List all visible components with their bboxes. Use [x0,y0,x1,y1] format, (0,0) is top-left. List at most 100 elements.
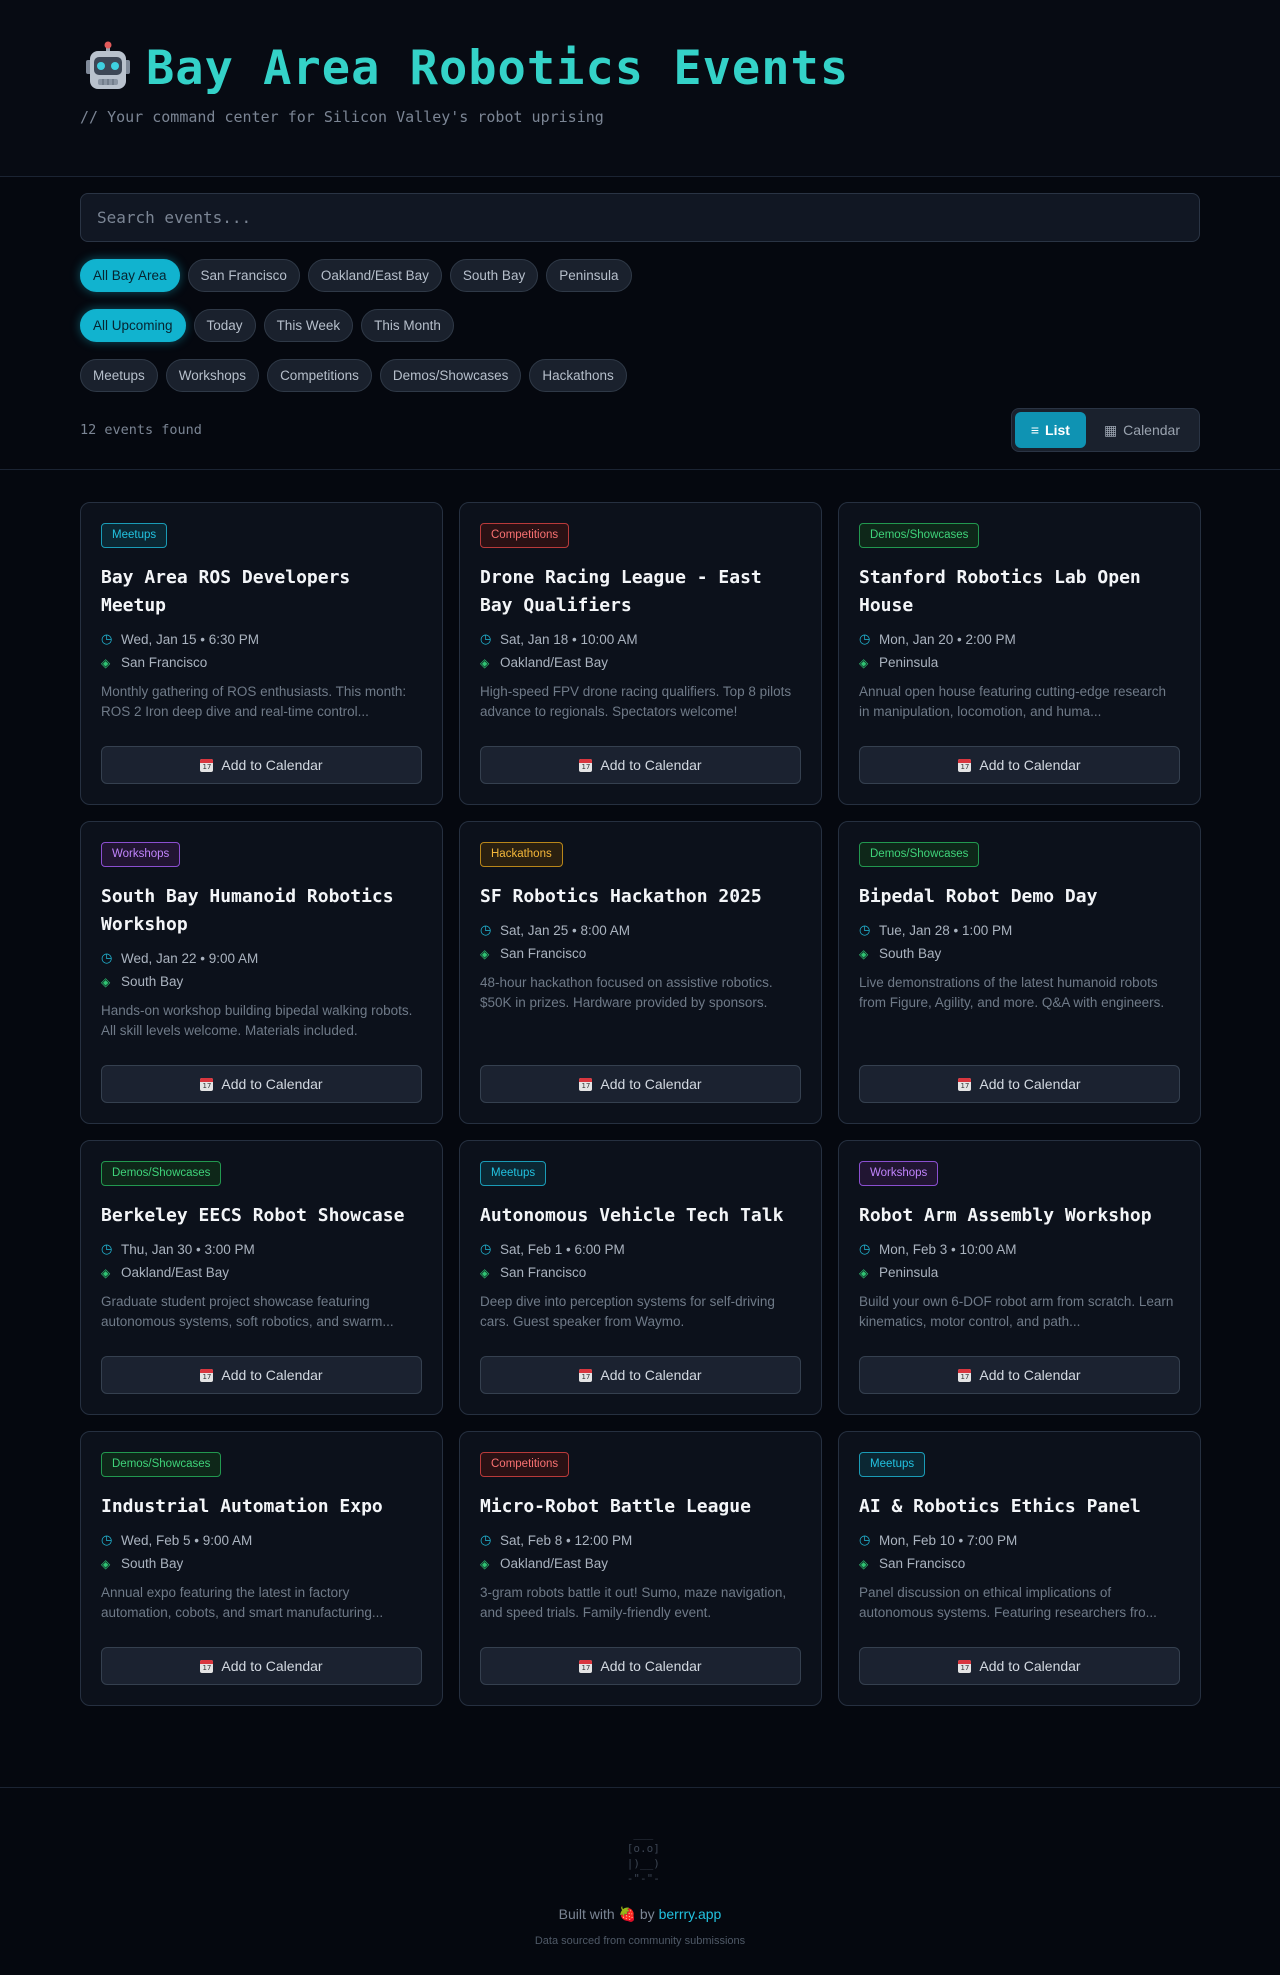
clock-icon: ◷ [480,1241,492,1256]
event-datetime: ◷ Mon, Jan 20 • 2:00 PM [859,631,1180,647]
region-chip-san-francisco[interactable]: San Francisco [187,259,300,292]
event-card[interactable]: Demos/Showcases Bipedal Robot Demo Day ◷ Tu… [838,821,1201,1124]
strawberry-icon: 🍓 [618,1906,636,1922]
event-card[interactable]: Meetups Bay Area ROS Developers Meetup ◷ We… [80,502,443,805]
category-badge: Meetups [101,523,168,548]
category-chip-demos-showcases[interactable]: Demos/Showcases [379,359,522,392]
event-location-text: San Francisco [121,655,208,670]
location-diamond-icon: ◈ [859,655,869,670]
event-location-text: Oakland/East Bay [121,1265,230,1280]
list-view-button[interactable]: ≡ List [1014,412,1086,448]
region-chip-peninsula[interactable]: Peninsula [546,259,632,292]
event-description: Monthly gathering of ROS enthusiasts. Th… [101,684,407,719]
category-filters: Meetups Workshops Competitions Demos/Sho… [80,359,1200,392]
time-chip-this-week[interactable]: This Week [263,309,354,342]
category-badge: Hackathons [480,842,563,867]
event-title: Bay Area ROS Developers Meetup [101,567,351,616]
event-title: Micro-Robot Battle League [480,1496,751,1517]
clock-icon: ◷ [859,1532,871,1547]
time-chip-this-month[interactable]: This Month [361,309,454,342]
add-to-calendar-button[interactable]: Add to Calendar [480,1647,801,1685]
add-to-calendar-label: Add to Calendar [600,1658,702,1674]
category-badge: Demos/Showcases [101,1161,222,1186]
clock-icon: ◷ [480,1532,492,1547]
time-chip-all-upcoming[interactable]: All Upcoming [80,309,186,342]
event-card[interactable]: Competitions Micro-Robot Battle League ◷ Sa… [459,1431,822,1706]
search-input[interactable] [97,208,1183,227]
event-title: Drone Racing League - East Bay Qualifier… [480,567,762,616]
location-diamond-icon: ◈ [480,1556,490,1571]
event-location-text: Oakland/East Bay [500,1556,609,1571]
location-diamond-icon: ◈ [480,946,490,961]
event-location: ◈ South Bay [101,1556,422,1571]
event-datetime-text: Sat, Jan 25 • 8:00 AM [500,922,631,938]
add-to-calendar-button[interactable]: Add to Calendar [480,1065,801,1103]
add-to-calendar-button[interactable]: Add to Calendar [101,1356,422,1394]
region-chip-oakland-east-bay[interactable]: Oakland/East Bay [307,259,442,292]
event-card[interactable]: Demos/Showcases Berkeley EECS Robot Showc… [80,1140,443,1415]
add-to-calendar-button[interactable]: Add to Calendar [859,1065,1180,1103]
calendar-icon [200,1659,214,1673]
event-datetime: ◷ Wed, Feb 5 • 9:00 AM [101,1532,422,1548]
location-diamond-icon: ◈ [480,655,490,670]
add-to-calendar-button[interactable]: Add to Calendar [101,1065,422,1103]
location-diamond-icon: ◈ [101,655,111,670]
add-to-calendar-button[interactable]: Add to Calendar [101,1647,422,1685]
add-to-calendar-button[interactable]: Add to Calendar [480,746,801,784]
results-count: 12 events found [80,422,202,438]
event-datetime: ◷ Wed, Jan 22 • 9:00 AM [101,950,422,966]
event-datetime-text: Tue, Jan 28 • 1:00 PM [879,922,1013,938]
list-view-label: List [1045,422,1070,438]
calendar-icon [958,1077,972,1091]
category-chip-workshops[interactable]: Workshops [165,359,260,392]
event-title: Stanford Robotics Lab Open House [859,567,1141,616]
calendar-icon [200,1077,214,1091]
event-location: ◈ Oakland/East Bay [480,655,801,670]
event-card[interactable]: Workshops Robot Arm Assembly Workshop ◷ Mon… [838,1140,1201,1415]
add-to-calendar-button[interactable]: Add to Calendar [480,1356,801,1394]
event-card[interactable]: Meetups AI & Robotics Ethics Panel ◷ Mon, F… [838,1431,1201,1706]
event-location: ◈ Oakland/East Bay [480,1556,801,1571]
event-card[interactable]: Competitions Drone Racing League - East B… [459,502,822,805]
ascii-robot: ___ [o.o] |)__) -"-"- [626,1827,660,1885]
event-location-text: South Bay [879,946,942,961]
event-card[interactable]: Meetups Autonomous Vehicle Tech Talk ◷ Sat,… [459,1140,822,1415]
event-datetime: ◷ Sat, Feb 1 • 6:00 PM [480,1241,801,1257]
calendar-icon [958,1368,972,1382]
event-card[interactable]: Hackathons SF Robotics Hackathon 2025 ◷ Sat… [459,821,822,1124]
add-to-calendar-button[interactable]: Add to Calendar [859,1356,1180,1394]
region-chip-south-bay[interactable]: South Bay [449,259,539,292]
event-location: ◈ San Francisco [480,1265,801,1280]
time-chip-today[interactable]: Today [193,309,256,342]
category-chip-meetups[interactable]: Meetups [80,359,158,392]
event-datetime-text: Sat, Jan 18 • 10:00 AM [500,631,638,647]
event-description: Annual open house featuring cutting-edge… [859,684,1166,719]
clock-icon: ◷ [859,1241,871,1256]
event-title: Berkeley EECS Robot Showcase [101,1205,405,1226]
location-diamond-icon: ◈ [101,1556,111,1571]
clock-icon: ◷ [101,1241,113,1256]
category-chip-competitions[interactable]: Competitions [267,359,372,392]
add-to-calendar-label: Add to Calendar [221,1367,323,1383]
event-datetime: ◷ Sat, Jan 18 • 10:00 AM [480,631,801,647]
event-datetime: ◷ Sat, Feb 8 • 12:00 PM [480,1532,801,1548]
event-card[interactable]: Workshops South Bay Humanoid Robotics Wor… [80,821,443,1124]
event-location: ◈ Peninsula [859,1265,1180,1280]
add-to-calendar-button[interactable]: Add to Calendar [101,746,422,784]
calendar-icon [579,758,593,772]
event-card[interactable]: Demos/Showcases Industrial Automation Exp… [80,1431,443,1706]
tagline: // Your command center for Silicon Valle… [80,108,604,126]
event-description: Hands-on workshop building bipedal walki… [101,1003,413,1038]
location-diamond-icon: ◈ [859,1556,869,1571]
berrry-link[interactable]: berrry.app [659,1906,722,1922]
clock-icon: ◷ [101,631,113,646]
add-to-calendar-button[interactable]: Add to Calendar [859,1647,1180,1685]
region-chip-all[interactable]: All Bay Area [80,259,180,292]
calendar-view-button[interactable]: ▦ Calendar [1088,412,1196,448]
search-box[interactable] [80,193,1200,242]
event-datetime-text: Sat, Feb 8 • 12:00 PM [500,1532,633,1548]
category-chip-hackathons[interactable]: Hackathons [529,359,627,392]
filter-controls: All Bay Area San Francisco Oakland/East … [0,177,1280,470]
event-card[interactable]: Demos/Showcases Stanford Robotics Lab Ope… [838,502,1201,805]
add-to-calendar-button[interactable]: Add to Calendar [859,746,1180,784]
